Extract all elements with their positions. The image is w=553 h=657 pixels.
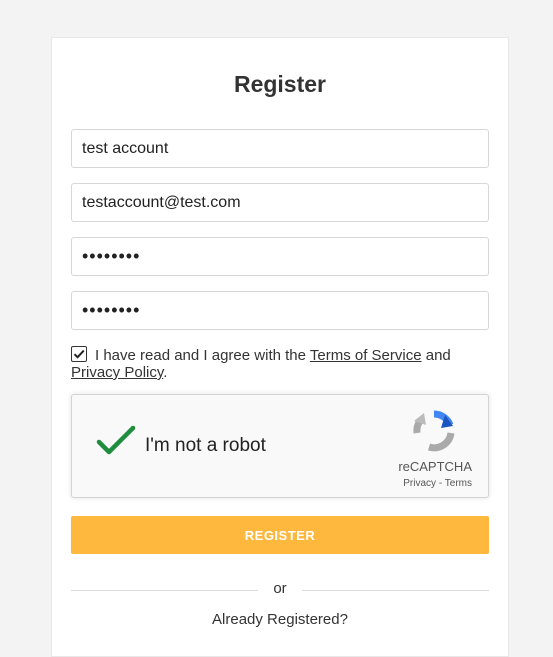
page-title: Register <box>233 71 327 97</box>
divider-line-right <box>302 590 489 591</box>
recaptcha-brand: reCAPTCHA <box>398 459 472 474</box>
recaptcha-logo-icon <box>412 409 456 458</box>
password-field[interactable] <box>71 237 489 276</box>
email-field[interactable] <box>71 183 489 222</box>
or-divider: or <box>71 580 489 600</box>
or-label: or <box>273 580 287 597</box>
recaptcha-label: I'm not a robot <box>145 435 266 456</box>
recaptcha-links: Privacy - Terms <box>403 478 472 489</box>
terms-checkbox[interactable] <box>71 346 87 362</box>
recaptcha-checkmark-icon <box>96 425 136 455</box>
recaptcha-checkbox[interactable] <box>96 425 136 462</box>
terms-suffix: . <box>163 364 168 381</box>
recaptcha-widget: I'm not a robot reCAPTCHA Privacy - Term… <box>71 394 489 498</box>
already-registered-link[interactable]: Already Registered? <box>52 611 508 628</box>
terms-agreement: I have read and I agree with the Terms o… <box>71 346 491 381</box>
recaptcha-separator: - <box>436 478 445 489</box>
terms-of-service-link[interactable]: Terms of Service <box>310 347 422 364</box>
register-card: Register I have read and I agree with th… <box>51 37 509 657</box>
checkmark-icon <box>73 349 85 359</box>
recaptcha-privacy-link[interactable]: Privacy <box>403 478 436 489</box>
register-button[interactable]: REGISTER <box>71 516 489 554</box>
terms-and: and <box>421 347 451 364</box>
privacy-policy-link[interactable]: Privacy Policy <box>71 364 163 381</box>
name-field[interactable] <box>71 129 489 168</box>
terms-prefix: I have read and I agree with the <box>95 347 310 364</box>
recaptcha-terms-link[interactable]: Terms <box>445 478 472 489</box>
confirm-password-field[interactable] <box>71 291 489 330</box>
